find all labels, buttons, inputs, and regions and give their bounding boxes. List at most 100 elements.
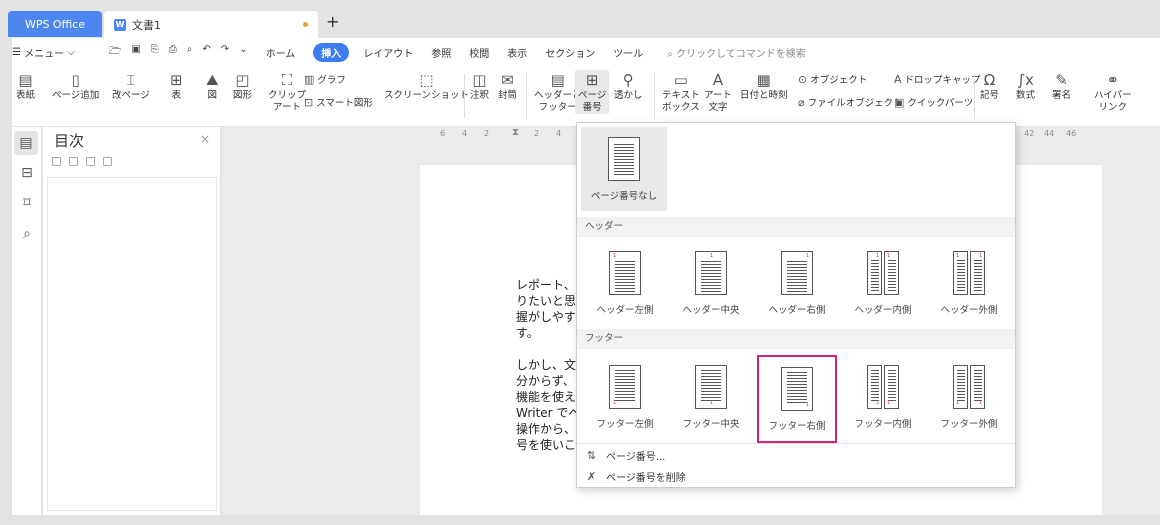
symbol-button[interactable]: Ω 記号	[980, 70, 999, 102]
line-mark	[614, 150, 634, 151]
screenshot-button[interactable]: ⬚ スクリーンショット	[384, 70, 469, 102]
comment-button[interactable]: ◫ 注釈	[470, 70, 489, 102]
line-mark	[787, 402, 807, 403]
tab-view[interactable]: 表示	[507, 45, 527, 60]
line-mark	[871, 388, 879, 389]
line-mark	[974, 391, 982, 392]
line-mark	[888, 269, 896, 270]
clipart-label-2: アート	[273, 102, 301, 113]
half-page-icon: 1	[970, 251, 985, 295]
dropcap-button[interactable]: A ドロップキャップ	[894, 72, 981, 87]
line-mark	[888, 263, 896, 264]
shape-button[interactable]: ◰ 図形	[233, 70, 252, 102]
toc-icon[interactable]: ▤	[14, 131, 38, 155]
datetime-button[interactable]: ▦ 日付と時刻	[740, 70, 788, 102]
chart-button[interactable]: ▥ グラフ	[304, 72, 346, 87]
line-mark	[871, 272, 879, 273]
line-mark	[701, 388, 721, 389]
menu-button[interactable]: ☰ メニュー ⌵	[12, 45, 75, 60]
watermark-button[interactable]: ⚲ 透かし	[614, 70, 643, 102]
save-icon[interactable]: ▣	[131, 44, 140, 61]
page-break-label: 改ページ	[112, 90, 150, 101]
tab-tools[interactable]: ツール	[613, 45, 643, 60]
line-mark	[974, 278, 982, 279]
tab-review[interactable]: 校閲	[469, 45, 489, 60]
writer-icon: W	[114, 18, 126, 31]
tab-section[interactable]: セクション	[545, 45, 595, 60]
indent-marker-icon[interactable]: ⧗	[512, 127, 519, 138]
tab-home[interactable]: ホーム	[266, 45, 296, 60]
page-add-button[interactable]: ▯ ページ追加	[52, 70, 99, 102]
tab-layout[interactable]: レイアウト	[363, 45, 413, 60]
line-mark	[787, 267, 807, 268]
footer-left-option[interactable]: 1 フッター左側	[585, 355, 665, 443]
undo-icon[interactable]: ↶	[202, 44, 210, 61]
export-pdf-icon[interactable]: ⎘	[151, 44, 159, 61]
new-tab-button[interactable]: +	[326, 12, 339, 31]
line-mark	[787, 375, 807, 376]
no-page-number-option[interactable]: ページ番号なし	[581, 127, 667, 211]
header-left-option[interactable]: 1 ヘッダー左側	[585, 241, 665, 329]
line-mark	[787, 381, 807, 382]
page-add-label: ページ追加	[52, 90, 100, 101]
more-icon[interactable]: ⌄	[239, 44, 247, 61]
cover-label: 表紙	[16, 90, 36, 101]
preview-icon[interactable]: ⌕	[187, 44, 193, 61]
tab-document[interactable]: W 文書1	[104, 11, 318, 38]
footer-right-option[interactable]: 1 フッター右側	[757, 355, 837, 443]
hyperlink-button[interactable]: ⚭ ハイパー リンク	[1094, 70, 1132, 114]
wordart-button[interactable]: A アート 文字	[704, 70, 732, 114]
collapse-icon[interactable]	[69, 157, 78, 166]
page-break-button[interactable]: ⌶ 改ページ	[112, 70, 150, 102]
line-mark	[615, 376, 635, 377]
tab-insert[interactable]: 挿入	[313, 42, 350, 62]
expand-icon[interactable]	[52, 157, 61, 166]
signature-button[interactable]: ✎ 署名	[1052, 70, 1071, 102]
line-mark	[888, 376, 896, 377]
bookmark-icon[interactable]: ⌑	[19, 195, 35, 211]
line-mark	[974, 284, 982, 285]
redo-icon[interactable]: ↷	[221, 44, 229, 61]
toc-tools	[52, 157, 112, 166]
line-mark	[871, 263, 879, 264]
header-outside-option[interactable]: 1 1 ヘッダー外側	[929, 241, 1009, 329]
line-mark	[701, 382, 721, 383]
footer-outside-option[interactable]: 1 1 フッター外側	[929, 355, 1009, 443]
close-icon[interactable]: ×	[200, 132, 210, 146]
print-icon[interactable]: ⎙	[169, 44, 177, 61]
page-thumbnail-icon: 1	[695, 365, 727, 409]
add-icon[interactable]	[86, 157, 95, 166]
header-inside-option[interactable]: 1 1 ヘッダー内側	[843, 241, 923, 329]
page-number-settings-item[interactable]: ⇅ ページ番号...	[577, 445, 1015, 466]
page-thumbnail-icon: 1	[609, 365, 641, 409]
delete-page-number-item[interactable]: ✗ ページ番号を削除	[577, 466, 1015, 487]
tab-references[interactable]: 参照	[431, 45, 451, 60]
line-mark	[888, 284, 896, 285]
envelope-button[interactable]: ✉ 封筒	[498, 70, 517, 102]
clipart-button[interactable]: ⛶ クリップ アート	[268, 70, 306, 114]
line-mark	[615, 285, 635, 286]
object-button[interactable]: ⊙ オブジェクト	[798, 72, 867, 87]
table-button[interactable]: ⊞ 表	[170, 70, 183, 102]
smartart-button[interactable]: ⊡ スマート図形	[304, 95, 373, 110]
header-center-option[interactable]: 1 ヘッダー中央	[671, 241, 751, 329]
command-search[interactable]: ⌕ クリックしてコマンドを検索	[667, 45, 806, 60]
page-number-button[interactable]: ⊞ ページ 番号	[575, 70, 610, 114]
quickparts-button[interactable]: ▣ クイックパーツ	[894, 95, 973, 110]
header-right-option[interactable]: 1 ヘッダー右側	[757, 241, 837, 329]
textbox-button[interactable]: ▭ テキスト ボックス	[662, 70, 700, 114]
footer-inside-option[interactable]: 1 1 フッター内側	[843, 355, 923, 443]
line-mark	[615, 397, 635, 398]
file-object-button[interactable]: ⌀ ファイルオブジェクト	[798, 95, 903, 110]
line-mark	[888, 272, 896, 273]
remove-icon[interactable]	[103, 157, 112, 166]
navigation-icon[interactable]: ⊟	[19, 165, 35, 181]
search-icon[interactable]: ⌕	[19, 226, 35, 242]
footer-center-option[interactable]: 1 フッター中央	[671, 355, 751, 443]
formula-button[interactable]: ∫x 数式	[1016, 70, 1035, 102]
open-icon[interactable]: 🗁	[109, 44, 121, 61]
picture-button[interactable]: ⛰ 図	[206, 70, 219, 102]
cover-button[interactable]: ▤ 表紙	[16, 70, 35, 102]
tab-wps-office[interactable]: WPS Office	[8, 11, 102, 37]
calendar-icon: ▦	[756, 71, 771, 89]
